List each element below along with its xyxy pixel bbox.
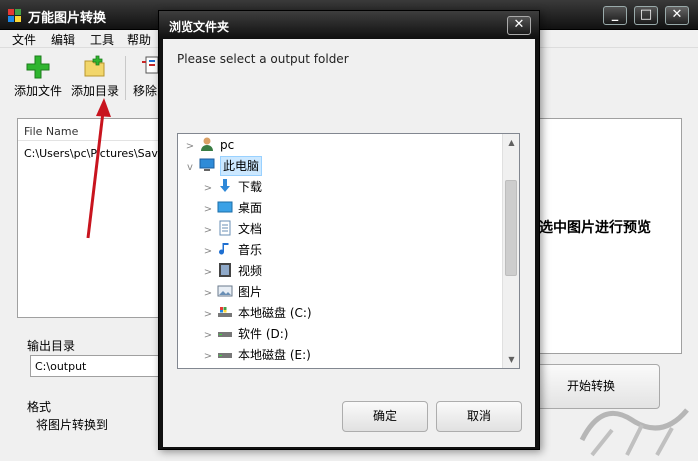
tree-item-pc[interactable]: > pc: [184, 135, 234, 156]
dialog-close-button[interactable]: ✕: [507, 16, 531, 35]
tree-item-pictures[interactable]: > 图片: [202, 282, 262, 303]
computer-icon: [199, 158, 215, 171]
chevron-right-icon[interactable]: >: [202, 346, 214, 367]
desktop-icon: [217, 201, 233, 213]
chevron-right-icon[interactable]: >: [202, 178, 214, 199]
output-folder-label: 输出目录: [27, 339, 76, 353]
tree-item-drive-d[interactable]: > 软件 (D:): [202, 324, 289, 346]
drive-icon: [218, 332, 232, 337]
folder-tree[interactable]: > pc v 此电脑 > 下载 > 桌面 > 文档 > 音乐 > 视频 > 图片…: [177, 133, 520, 369]
output-folder-input[interactable]: [30, 355, 166, 377]
drive-icon: [218, 353, 232, 358]
tree-item-music[interactable]: > 音乐: [202, 240, 262, 261]
tree-item-desktop[interactable]: > 桌面: [202, 198, 262, 219]
chevron-right-icon[interactable]: >: [202, 304, 214, 325]
menu-tools[interactable]: 工具: [90, 31, 114, 48]
watermark-logo-icon: [579, 408, 689, 457]
browse-folder-dialog: 浏览文件夹 ✕ Please select a output folder > p…: [158, 10, 540, 450]
dialog-prompt: Please select a output folder: [177, 52, 349, 66]
tree-item-label: 软件 (D:): [238, 327, 289, 341]
tree-item-videos[interactable]: > 视频: [202, 261, 262, 282]
chevron-right-icon[interactable]: >: [202, 199, 214, 220]
cancel-button[interactable]: 取消: [436, 401, 522, 432]
chevron-right-icon[interactable]: >: [202, 262, 214, 283]
chevron-right-icon[interactable]: >: [202, 220, 214, 241]
remove-button[interactable]: 移除: [130, 54, 160, 102]
file-list[interactable]: File Name C:\Users\pc\Pictures\Saved: [17, 118, 167, 318]
chevron-right-icon[interactable]: >: [184, 136, 196, 157]
plus-icon: [26, 55, 50, 79]
tree-item-label: 本地磁盘 (C:): [238, 306, 312, 320]
close-button[interactable]: ✕: [665, 6, 689, 25]
chevron-down-icon[interactable]: v: [184, 157, 196, 178]
ok-button[interactable]: 确定: [342, 401, 428, 432]
convert-to-label: 将图片转换到: [36, 418, 109, 432]
video-icon: [219, 263, 231, 277]
add-folder-button[interactable]: 添加目录: [68, 54, 122, 102]
file-row[interactable]: C:\Users\pc\Pictures\Saved: [18, 141, 166, 160]
preview-hint: 选中图片进行预览: [539, 220, 651, 236]
maximize-button[interactable]: □: [634, 6, 658, 25]
music-icon: [219, 243, 229, 255]
document-icon: [219, 220, 231, 236]
toolbar-separator: [125, 56, 126, 100]
tree-item-this-pc[interactable]: v 此电脑: [184, 156, 263, 178]
app-logo-icon: [8, 9, 21, 22]
picture-icon: [217, 285, 233, 297]
tree-scrollbar[interactable]: ▲ ▼: [502, 134, 519, 368]
tree-item-downloads[interactable]: > 下载: [202, 177, 262, 198]
menu-edit[interactable]: 编辑: [51, 31, 75, 48]
add-file-button[interactable]: 添加文件: [12, 54, 64, 102]
system-drive-icon: [218, 307, 232, 317]
menu-help[interactable]: 帮助: [127, 31, 151, 48]
chevron-right-icon[interactable]: >: [202, 241, 214, 262]
chevron-right-icon[interactable]: >: [202, 325, 214, 346]
app-title: 万能图片转换: [28, 11, 107, 26]
dialog-body: Please select a output folder > pc v 此电脑 >…: [163, 39, 535, 447]
folder-add-icon: [84, 55, 105, 77]
tree-item-documents[interactable]: > 文档: [202, 219, 262, 240]
preview-panel: 选中图片进行预览: [537, 118, 682, 354]
add-folder-label: 添加目录: [70, 84, 119, 98]
tree-item-label: 图片: [238, 285, 263, 299]
dialog-titlebar[interactable]: 浏览文件夹 ✕: [159, 11, 539, 39]
add-file-label: 添加文件: [13, 84, 62, 98]
remove-icon: [142, 56, 158, 74]
scrollbar-thumb[interactable]: [505, 180, 517, 276]
tree-item-label: 本地磁盘 (E:): [238, 348, 311, 362]
chevron-right-icon[interactable]: >: [202, 283, 214, 304]
tree-item-label: 文档: [238, 222, 263, 236]
format-label: 格式: [27, 400, 52, 414]
tree-item-drive-c[interactable]: > 本地磁盘 (C:): [202, 303, 312, 324]
scroll-up-arrow-icon[interactable]: ▲: [503, 134, 519, 151]
menu-file[interactable]: 文件: [12, 31, 36, 48]
tree-item-label: 视频: [238, 264, 263, 278]
scroll-down-arrow-icon[interactable]: ▼: [503, 351, 519, 368]
minimize-button[interactable]: _: [603, 6, 627, 25]
tree-item-label: 下载: [238, 180, 263, 194]
remove-label: 移除: [133, 84, 158, 98]
tree-item-label: pc: [220, 138, 235, 152]
tree-item-label: 音乐: [238, 243, 263, 257]
dialog-title: 浏览文件夹: [169, 20, 230, 34]
tree-item-label: 此电脑: [220, 156, 263, 176]
column-header-file-name[interactable]: File Name: [18, 119, 166, 141]
tree-item-label: 桌面: [238, 201, 263, 215]
user-icon: [201, 137, 213, 151]
tree-item-drive-e[interactable]: > 本地磁盘 (E:): [202, 345, 311, 366]
download-icon: [220, 179, 230, 192]
